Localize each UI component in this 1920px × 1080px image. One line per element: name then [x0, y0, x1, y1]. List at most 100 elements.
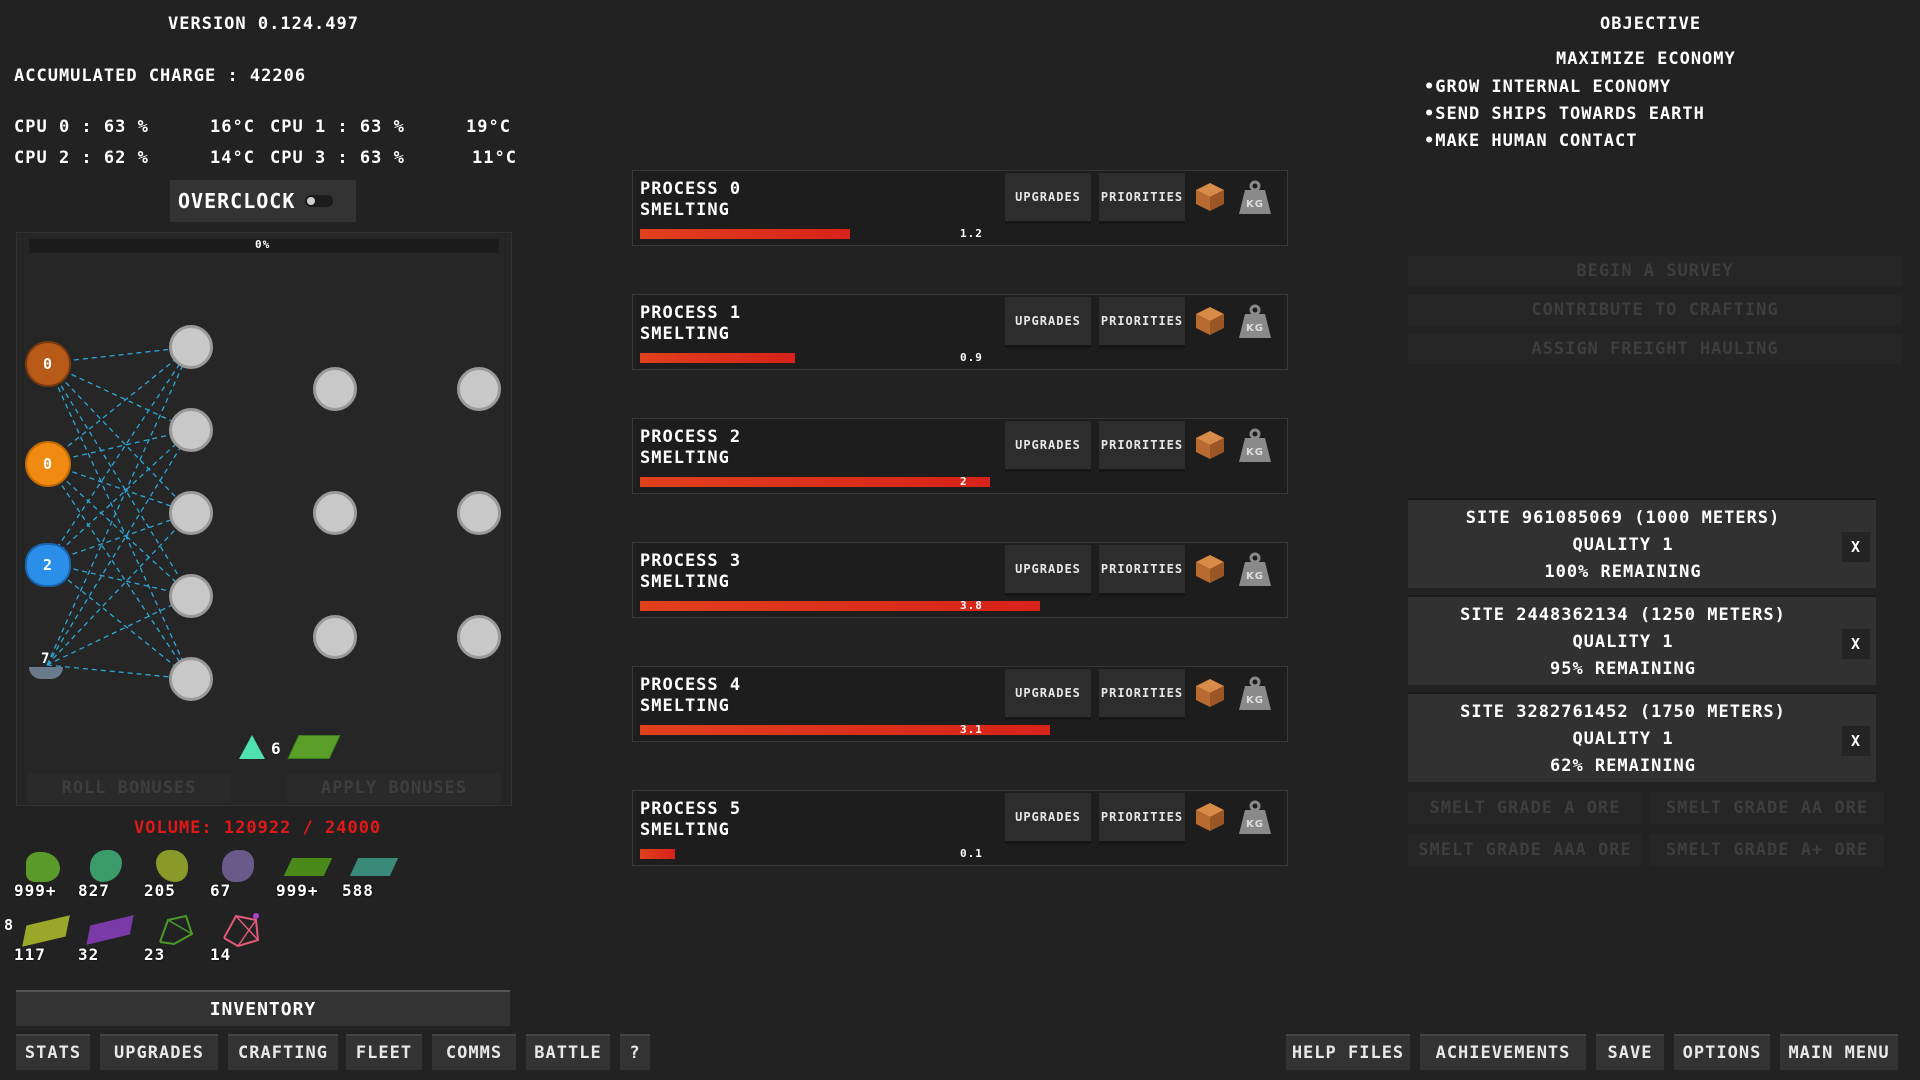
process-upgrades-button[interactable]: UPGRADES: [1005, 669, 1091, 720]
process-upgrades-button[interactable]: UPGRADES: [1005, 297, 1091, 348]
input-node-0[interactable]: 0: [25, 341, 71, 387]
process-priorities-button[interactable]: PRIORITIES: [1099, 173, 1185, 224]
inventory-item[interactable]: 588: [342, 844, 399, 900]
inventory-header[interactable]: INVENTORY: [16, 990, 510, 1026]
process-title: PROCESS 1: [640, 303, 742, 323]
site-quality: QUALITY 1: [1572, 729, 1674, 749]
process-upgrades-button[interactable]: UPGRADES: [1005, 173, 1091, 224]
process-task: SMELTING: [640, 820, 730, 840]
network-node[interactable]: [169, 657, 213, 701]
site-close-button[interactable]: X: [1842, 726, 1870, 756]
overclock-toggle[interactable]: OVERCLOCK: [170, 180, 356, 222]
apply-bonuses-button[interactable]: APPLY BONUSES: [287, 773, 501, 803]
network-node[interactable]: [169, 491, 213, 535]
process-value: 0.1: [960, 847, 983, 860]
weight-kg-icon[interactable]: Kg: [1237, 428, 1273, 464]
input-node-3[interactable]: 7: [25, 651, 67, 681]
nav-achievements[interactable]: ACHIEVEMENTS: [1420, 1034, 1586, 1070]
inventory-item[interactable]: 827: [78, 844, 132, 900]
network-node[interactable]: [169, 574, 213, 618]
crate-icon[interactable]: [1193, 304, 1227, 338]
contribute-crafting-button[interactable]: CONTRIBUTE TO CRAFTING: [1408, 295, 1902, 325]
nav-options[interactable]: OPTIONS: [1674, 1034, 1770, 1070]
network-node[interactable]: [169, 325, 213, 369]
ore-purple-icon: [222, 850, 254, 882]
nav-comms[interactable]: COMMS: [432, 1034, 516, 1070]
inventory-item[interactable]: 117: [14, 908, 70, 964]
weight-kg-icon[interactable]: Kg: [1237, 304, 1273, 340]
nav-battle[interactable]: BATTLE: [526, 1034, 610, 1070]
assign-freight-button[interactable]: ASSIGN FREIGHT HAULING: [1408, 334, 1902, 364]
network-panel: 0% 0 0 2 7 6 ROLL BONUSES APPLY BONUSES: [16, 232, 512, 806]
network-node[interactable]: [313, 367, 357, 411]
inventory-item[interactable]: 23: [144, 908, 198, 964]
process-title: PROCESS 0: [640, 179, 742, 199]
cpu-1-temp: 19°C: [466, 117, 511, 137]
roll-bonuses-button[interactable]: ROLL BONUSES: [27, 773, 231, 803]
inventory-item[interactable]: 999+: [14, 844, 68, 900]
site-close-button[interactable]: X: [1842, 532, 1870, 562]
inventory-item[interactable]: 999+: [276, 844, 333, 900]
process-upgrades-button[interactable]: UPGRADES: [1005, 545, 1091, 596]
site-remaining: 95% REMAINING: [1549, 659, 1697, 679]
weight-kg-icon[interactable]: Kg: [1237, 800, 1273, 836]
ore-green-icon: [26, 852, 60, 882]
input-node-1[interactable]: 0: [25, 441, 71, 487]
smelt-aaa-button[interactable]: SMELT GRADE AAA ORE: [1408, 834, 1642, 866]
network-node[interactable]: [457, 367, 501, 411]
weight-kg-icon[interactable]: Kg: [1237, 180, 1273, 216]
site-name: SITE 2448362134 (1250 METERS): [1460, 605, 1786, 625]
input-node-2[interactable]: 2: [25, 543, 71, 587]
process-title: PROCESS 3: [640, 551, 742, 571]
cpu-1-usage: CPU 1 : 63 %: [270, 117, 405, 137]
site-close-button[interactable]: X: [1842, 629, 1870, 659]
process-title: PROCESS 5: [640, 799, 742, 819]
nav-upgrades[interactable]: UPGRADES: [100, 1034, 218, 1070]
inventory-item[interactable]: 205: [144, 844, 198, 900]
smelt-a-button[interactable]: SMELT GRADE A ORE: [1408, 792, 1642, 824]
process-priorities-button[interactable]: PRIORITIES: [1099, 421, 1185, 472]
process-task: SMELTING: [640, 200, 730, 220]
process-upgrades-button[interactable]: UPGRADES: [1005, 793, 1091, 844]
process-card: PROCESS 5 SMELTING 0.1 UPGRADES PRIORITIES Kg: [632, 790, 1288, 866]
network-node[interactable]: [457, 491, 501, 535]
version-label: VERSION 0.124.497: [168, 14, 359, 34]
process-priorities-button[interactable]: PRIORITIES: [1099, 669, 1185, 720]
inventory-item[interactable]: 32: [78, 908, 134, 964]
network-node[interactable]: [457, 615, 501, 659]
cpu-0-usage: CPU 0 : 63 %: [14, 117, 149, 137]
process-upgrades-button[interactable]: UPGRADES: [1005, 421, 1091, 472]
nav-save[interactable]: SAVE: [1596, 1034, 1664, 1070]
weight-kg-icon[interactable]: Kg: [1237, 676, 1273, 712]
cpu-3-usage: CPU 3 : 63 %: [270, 148, 405, 168]
network-node[interactable]: [313, 615, 357, 659]
nav-stats[interactable]: STATS: [16, 1034, 90, 1070]
crate-icon[interactable]: [1193, 552, 1227, 586]
objective-item: •SEND SHIPS TOWARDS EARTH: [1424, 104, 1705, 124]
network-node[interactable]: [169, 408, 213, 452]
site-quality: QUALITY 1: [1572, 632, 1674, 652]
crate-icon[interactable]: [1193, 676, 1227, 710]
inventory-item[interactable]: 67: [210, 844, 264, 900]
process-priorities-button[interactable]: PRIORITIES: [1099, 297, 1185, 348]
process-priorities-button[interactable]: PRIORITIES: [1099, 793, 1185, 844]
nav-help-question[interactable]: ?: [620, 1034, 650, 1070]
process-progress-bar: [640, 849, 1140, 859]
network-node[interactable]: [313, 491, 357, 535]
smelt-a-plus-button[interactable]: SMELT GRADE A+ ORE: [1650, 834, 1884, 866]
begin-survey-button[interactable]: BEGIN A SURVEY: [1408, 256, 1902, 286]
overclock-switch[interactable]: [305, 195, 334, 207]
weight-kg-icon[interactable]: Kg: [1237, 552, 1273, 588]
process-progress-fill: [640, 725, 1050, 735]
crate-icon[interactable]: [1193, 800, 1227, 834]
crate-icon[interactable]: [1193, 180, 1227, 214]
crate-icon[interactable]: [1193, 428, 1227, 462]
smelt-aa-button[interactable]: SMELT GRADE AA ORE: [1650, 792, 1884, 824]
nav-crafting[interactable]: CRAFTING: [228, 1034, 338, 1070]
inventory-item[interactable]: 14: [210, 908, 264, 964]
process-priorities-button[interactable]: PRIORITIES: [1099, 545, 1185, 596]
nav-fleet[interactable]: FLEET: [346, 1034, 422, 1070]
nav-main-menu[interactable]: MAIN MENU: [1780, 1034, 1898, 1070]
nav-help-files[interactable]: HELP FILES: [1286, 1034, 1410, 1070]
process-card: PROCESS 1 SMELTING 0.9 UPGRADES PRIORITIES Kg: [632, 294, 1288, 370]
